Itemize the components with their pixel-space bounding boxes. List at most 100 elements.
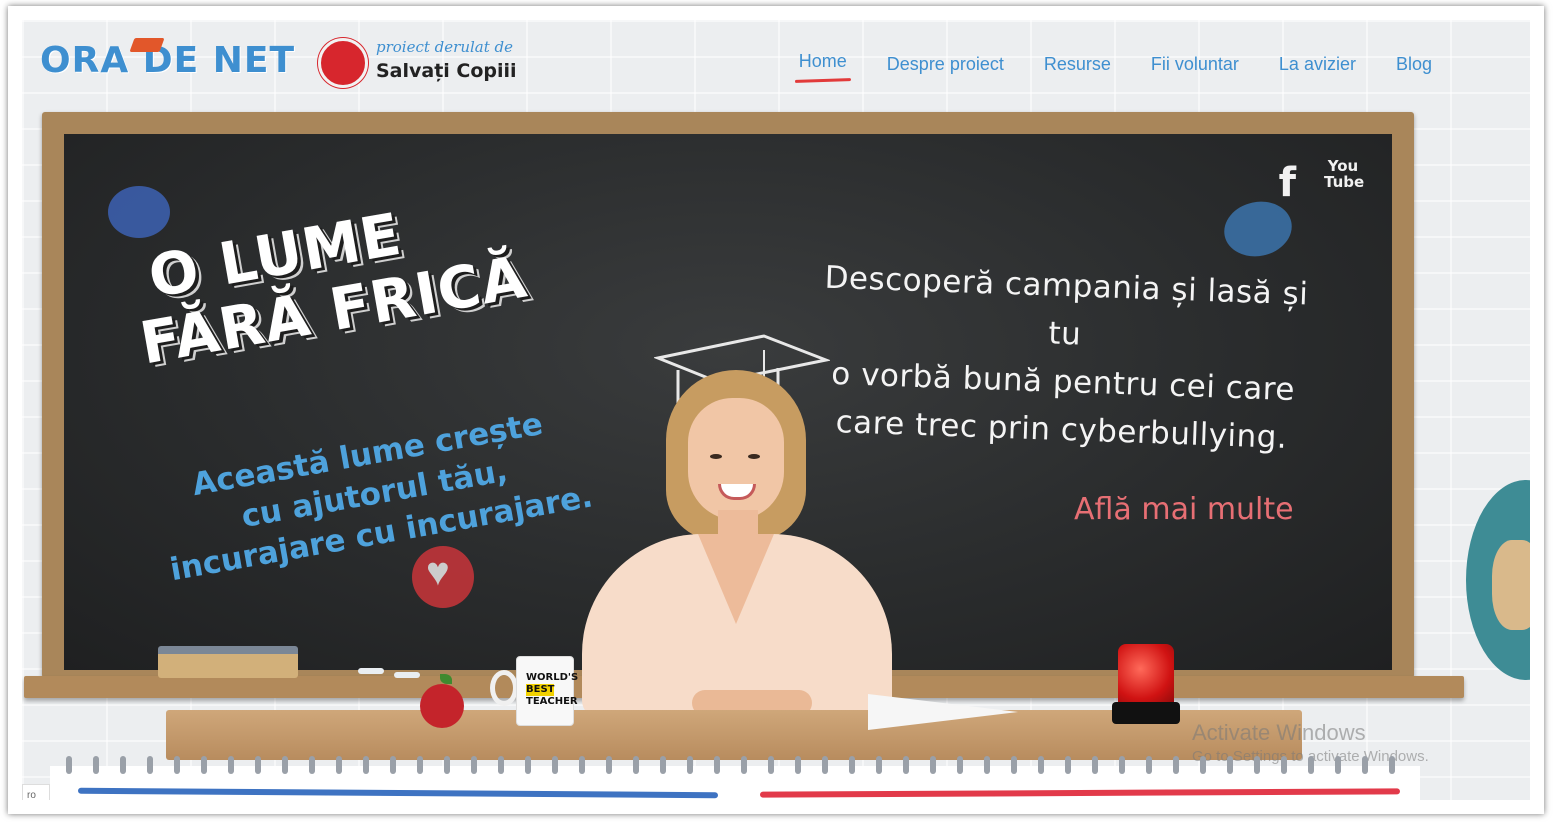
site-logo[interactable]: ORA DE NET <box>40 40 295 81</box>
notebook-spiral-ring <box>1200 756 1206 774</box>
watermark-line1: Activate Windows <box>1192 720 1366 745</box>
notebook-spiral-ring <box>1173 756 1179 774</box>
notebook-spiral-ring <box>444 756 450 774</box>
youtube-icon[interactable]: You Tube <box>1324 158 1365 191</box>
notebook-spiral-ring <box>201 756 207 774</box>
notebook-spiral-ring <box>66 756 72 774</box>
globe-continent <box>1492 540 1530 630</box>
nav-item-blog[interactable]: Blog <box>1396 54 1432 75</box>
notebook-spiral-ring <box>390 756 396 774</box>
notebook-spiral-ring <box>1389 756 1395 774</box>
presenter-eye <box>748 454 760 459</box>
chalk-stick-icon <box>394 672 420 678</box>
presenter-photo <box>542 370 932 720</box>
notebook-spiral-ring <box>606 756 612 774</box>
nav-item-la-avizier[interactable]: La avizier <box>1279 54 1356 75</box>
notebook-spiral-ring <box>741 756 747 774</box>
tagline-line1: Descoperă campania și lasă și tu <box>824 259 1309 353</box>
presenter-eye <box>710 454 722 459</box>
red-scribble-divider <box>759 788 1401 798</box>
hero-headline: O LUME FĂRĂ FRICĂ <box>135 171 590 378</box>
nav-active-underline <box>794 78 851 83</box>
notebook-spiral-ring <box>255 756 261 774</box>
presenter-face <box>688 398 784 520</box>
notebook-spiral-ring <box>417 756 423 774</box>
notebook-spiral-ring <box>957 756 963 774</box>
notebook-spiral-ring <box>336 756 342 774</box>
facebook-icon[interactable]: f <box>1279 160 1296 206</box>
notebook-spiral-ring <box>552 756 558 774</box>
chalk-heart-icon <box>412 546 474 608</box>
notebook-spiral-ring <box>1227 756 1233 774</box>
notebook-spiral-ring <box>1308 756 1314 774</box>
youtube-icon-line2: Tube <box>1324 173 1365 191</box>
language-indicator[interactable]: ro <box>22 784 50 800</box>
notebook-spiral-ring <box>282 756 288 774</box>
partner-logo[interactable]: proiect derulat de Salvați Copiii <box>318 36 548 96</box>
notebook-spiral-ring <box>822 756 828 774</box>
apple-leaf-icon <box>440 674 452 684</box>
notebook-spiral-ring <box>903 756 909 774</box>
page: ORA DE NET proiect derulat de Salvați Co… <box>22 20 1530 800</box>
notebook-spiral-ring <box>795 756 801 774</box>
notebook-spiral-ring <box>1011 756 1017 774</box>
notebook-spiral-ring <box>1092 756 1098 774</box>
mug-handle <box>490 670 518 706</box>
nav-item-home[interactable]: Home <box>794 51 851 83</box>
graduation-hat-icon <box>129 38 165 52</box>
screenshot-frame: ORA DE NET proiect derulat de Salvați Co… <box>8 6 1544 814</box>
notebook-strip <box>50 756 1420 800</box>
notebook-spiral-ring <box>471 756 477 774</box>
notebook-spiral-ring <box>714 756 720 774</box>
alarm-siren-base <box>1112 702 1180 724</box>
notebook-spiral-ring <box>1038 756 1044 774</box>
presenter-smile <box>718 484 756 500</box>
board-eraser-icon <box>158 646 298 678</box>
chalk-stick-icon <box>358 668 384 674</box>
notebook-spiral-ring <box>120 756 126 774</box>
notebook-spiral-ring <box>1362 756 1368 774</box>
nav-item-despre-proiect[interactable]: Despre proiect <box>887 54 1004 75</box>
notebook-spiral-ring <box>363 756 369 774</box>
nav-item-label: Home <box>798 51 847 71</box>
notebook-spiral-ring <box>525 756 531 774</box>
mug-label-line2: BEST <box>526 684 555 696</box>
notebook-spiral-ring <box>1335 756 1341 774</box>
main-nav: Home Despre proiect Resurse Fii voluntar… <box>794 51 1432 83</box>
notebook-spiral-ring <box>1065 756 1071 774</box>
notebook-spiral-ring <box>930 756 936 774</box>
mug-label-line3: TEACHER <box>526 696 578 707</box>
notebook-spiral-ring <box>147 756 153 774</box>
notebook-spiral-ring <box>174 756 180 774</box>
notebook-spiral-ring <box>768 756 774 774</box>
mug-label-line1: WORLD'S <box>526 672 579 683</box>
chalk-globe-doodle-icon <box>108 186 170 238</box>
notebook-spiral-ring <box>93 756 99 774</box>
notebook-spiral-ring <box>498 756 504 774</box>
presenter-neckline <box>698 534 774 624</box>
alarm-siren-icon <box>1118 644 1174 706</box>
partner-caption: proiect derulat de <box>376 38 513 56</box>
nav-item-resurse[interactable]: Resurse <box>1044 54 1111 75</box>
notebook-spiral-ring <box>579 756 585 774</box>
notebook-spiral-ring <box>228 756 234 774</box>
notebook-spiral-ring <box>1119 756 1125 774</box>
notebook-spiral-ring <box>876 756 882 774</box>
paper-plane-icon <box>868 694 1018 730</box>
notebook-spiral-ring <box>1281 756 1287 774</box>
salvati-copiii-icon <box>318 38 368 88</box>
blue-scribble-divider <box>77 787 719 799</box>
notebook-spiral-ring <box>984 756 990 774</box>
notebook-spiral-ring <box>1146 756 1152 774</box>
partner-name: Salvați Copiii <box>376 60 517 82</box>
notebook-spiral-ring <box>687 756 693 774</box>
learn-more-link[interactable]: Află mai multe <box>1074 492 1294 527</box>
notebook-spiral-ring <box>309 756 315 774</box>
mug-label: WORLD'S BEST TEACHER <box>526 672 579 708</box>
notebook-spiral-ring <box>660 756 666 774</box>
notebook-spiral-ring <box>849 756 855 774</box>
nav-item-fii-voluntar[interactable]: Fii voluntar <box>1151 54 1239 75</box>
notebook-spiral-ring <box>1254 756 1260 774</box>
notebook-spiral-ring <box>633 756 639 774</box>
apple-icon <box>420 684 464 728</box>
